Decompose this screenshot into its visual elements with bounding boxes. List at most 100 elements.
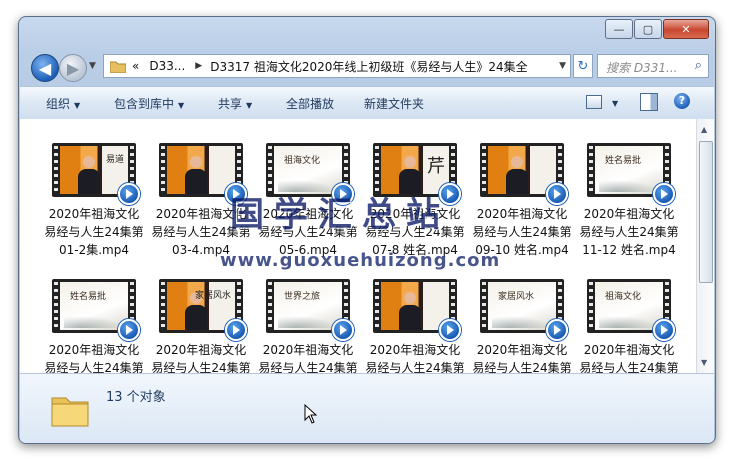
scroll-down-icon[interactable]: ▼ <box>701 358 707 367</box>
thumbnail-caption: 易道 <box>105 155 124 165</box>
help-icon[interactable]: ? <box>674 93 690 109</box>
media-player-icon <box>118 183 140 205</box>
refresh-icon: ↻ <box>577 58 589 74</box>
file-name: 2020年祖海文化易经与人生24集第07-8 姓名.mp4 <box>365 207 465 257</box>
file-item[interactable]: 世界之旅 2020年祖海文化易经与人生24集第16-17 家居风 <box>258 279 358 373</box>
address-dropdown-icon[interactable]: ▼ <box>559 61 566 71</box>
media-player-icon <box>546 319 568 341</box>
view-options-icon[interactable] <box>586 95 602 109</box>
file-name: 2020年祖海文化易经与人生24集第21-22 数字. <box>579 343 679 373</box>
scroll-thumb[interactable] <box>699 141 713 283</box>
video-thumbnail: 世界之旅 <box>266 279 354 341</box>
video-thumbnail: 家居风水 <box>480 279 568 341</box>
presenter-image <box>399 156 421 194</box>
media-player-icon <box>439 319 461 341</box>
command-bar: 组织 ▼ 包含到库中 ▼ 共享 ▼ 全部播放 新建文件夹 ▼ ? <box>20 86 714 120</box>
file-list: 易道 2020年祖海文化易经与人生24集第01-2集.mp4 2020年祖海文化易经… <box>20 119 696 373</box>
media-player-icon <box>225 319 247 341</box>
breadcrumb-separator-icon[interactable]: ▶ <box>195 61 202 71</box>
video-thumbnail: 祖海文化 <box>587 279 675 341</box>
file-name: 2020年祖海文化易经与人生24集第01-2集.mp4 <box>44 207 144 257</box>
file-item[interactable]: 家居风水 2020年祖海文化易经与人生24集第20 家居风水. <box>472 279 572 373</box>
search-placeholder: 搜索 D331... <box>606 61 678 75</box>
file-item[interactable]: 姓名易批 2020年祖海文化易经与人生24集第11-12 姓名.mp4 <box>579 143 679 259</box>
video-thumbnail: 易道 <box>52 143 140 205</box>
thumbnail-caption: 姓名易批 <box>70 292 107 302</box>
breadcrumb-overflow[interactable]: « <box>132 59 139 73</box>
include-library-button[interactable]: 包含到库中 ▼ <box>114 95 184 112</box>
file-item[interactable]: 祖海文化 2020年祖海文化易经与人生24集第05-6.mp4 <box>258 143 358 259</box>
file-item[interactable]: 2020年祖海文化易经与人生24集第18-19 家居风 <box>365 279 465 373</box>
mouse-cursor-icon <box>304 404 318 424</box>
thumbnail-caption: 祖海文化 <box>605 292 642 302</box>
navigation-bar: ◀ ▶ ▼ « D33... ▶ D3317 祖海文化2020年线上初级班《易经… <box>27 51 709 83</box>
file-item[interactable]: 易道 2020年祖海文化易经与人生24集第01-2集.mp4 <box>44 143 144 259</box>
media-player-icon <box>225 183 247 205</box>
chevron-down-icon: ▼ <box>246 101 253 110</box>
scroll-up-icon[interactable]: ▲ <box>701 125 707 134</box>
presenter-image <box>185 156 207 194</box>
organize-button[interactable]: 组织 ▼ <box>46 95 80 112</box>
video-thumbnail: 姓名易批 <box>587 143 675 205</box>
media-player-icon <box>546 183 568 205</box>
item-count: 13 个对象 <box>106 390 166 405</box>
refresh-button[interactable]: ↻ <box>573 54 593 78</box>
vertical-scrollbar[interactable]: ▲ ▼ <box>696 119 714 373</box>
minimize-button[interactable]: — <box>605 19 633 39</box>
folder-icon <box>110 61 126 73</box>
thumbnail-caption: 芹 <box>427 156 445 177</box>
file-name: 2020年祖海文化易经与人生24集第16-17 家居风 <box>258 343 358 373</box>
file-item[interactable]: 2020年祖海文化易经与人生24集第03-4.mp4 <box>151 143 251 259</box>
thumbnail-caption: 世界之旅 <box>284 292 321 302</box>
back-button[interactable]: ◀ <box>31 54 59 82</box>
thumbnail-caption: 祖海文化 <box>284 156 321 166</box>
preview-pane-icon[interactable] <box>640 93 658 111</box>
media-player-icon <box>332 183 354 205</box>
chevron-down-icon: ▼ <box>178 101 185 110</box>
file-item[interactable]: 姓名易批 2020年祖海文化易经与人生24集第13 姓名.mp4 <box>44 279 144 373</box>
details-pane: 13 个对象 <box>20 373 714 443</box>
file-name: 2020年祖海文化易经与人生24集第11-12 姓名.mp4 <box>579 207 679 257</box>
breadcrumb-current[interactable]: D3317 祖海文化2020年线上初级班《易经与人生》24集全 <box>210 58 527 75</box>
play-all-button[interactable]: 全部播放 <box>286 95 334 112</box>
video-thumbnail: 芹 <box>373 143 461 205</box>
video-thumbnail <box>373 279 461 341</box>
breadcrumb-item[interactable]: D33... <box>149 59 185 73</box>
video-thumbnail <box>159 143 247 205</box>
presenter-image <box>506 156 528 194</box>
arrow-left-icon: ◀ <box>38 58 52 78</box>
file-item[interactable]: 祖海文化 2020年祖海文化易经与人生24集第21-22 数字. <box>579 279 679 373</box>
media-player-icon <box>653 319 675 341</box>
arrow-right-icon: ▶ <box>66 58 80 78</box>
thumbnail-caption: 姓名易批 <box>605 156 642 166</box>
video-thumbnail: 祖海文化 <box>266 143 354 205</box>
presenter-image <box>78 156 100 194</box>
file-name: 2020年祖海文化易经与人生24集第14-15 家居风 <box>151 343 251 373</box>
chevron-down-icon: ▼ <box>74 101 81 110</box>
video-thumbnail <box>480 143 568 205</box>
file-item[interactable]: 芹 2020年祖海文化易经与人生24集第07-8 姓名.mp4 <box>365 143 465 259</box>
media-player-icon <box>118 319 140 341</box>
folder-icon <box>51 397 89 427</box>
file-name: 2020年祖海文化易经与人生24集第18-19 家居风 <box>365 343 465 373</box>
address-bar[interactable]: « D33... ▶ D3317 祖海文化2020年线上初级班《易经与人生》24… <box>103 54 571 78</box>
explorer-window: — ▢ ✕ ◀ ▶ ▼ « D33... ▶ D3317 祖海文化2020年线上… <box>18 16 716 444</box>
search-icon: ⌕ <box>694 58 702 73</box>
window-caption-buttons: — ▢ ✕ <box>604 19 709 39</box>
new-folder-button[interactable]: 新建文件夹 <box>364 95 424 112</box>
file-name: 2020年祖海文化易经与人生24集第13 姓名.mp4 <box>44 343 144 373</box>
file-item[interactable]: 2020年祖海文化易经与人生24集第09-10 姓名.mp4 <box>472 143 572 259</box>
thumbnail-caption: 家居风水 <box>498 292 535 302</box>
search-input[interactable]: 搜索 D331... ⌕ <box>597 54 709 78</box>
recent-pages-dropdown[interactable]: ▼ <box>89 61 96 71</box>
media-player-icon <box>653 183 675 205</box>
file-item[interactable]: 家居风水 2020年祖海文化易经与人生24集第14-15 家居风 <box>151 279 251 373</box>
maximize-button[interactable]: ▢ <box>634 19 662 39</box>
view-dropdown-icon[interactable]: ▼ <box>608 95 618 109</box>
share-button[interactable]: 共享 ▼ <box>218 95 252 112</box>
media-player-icon <box>332 319 354 341</box>
thumbnail-caption: 家居风水 <box>194 291 231 301</box>
forward-button[interactable]: ▶ <box>59 54 87 82</box>
close-button[interactable]: ✕ <box>663 19 709 39</box>
presenter-image <box>399 292 421 330</box>
